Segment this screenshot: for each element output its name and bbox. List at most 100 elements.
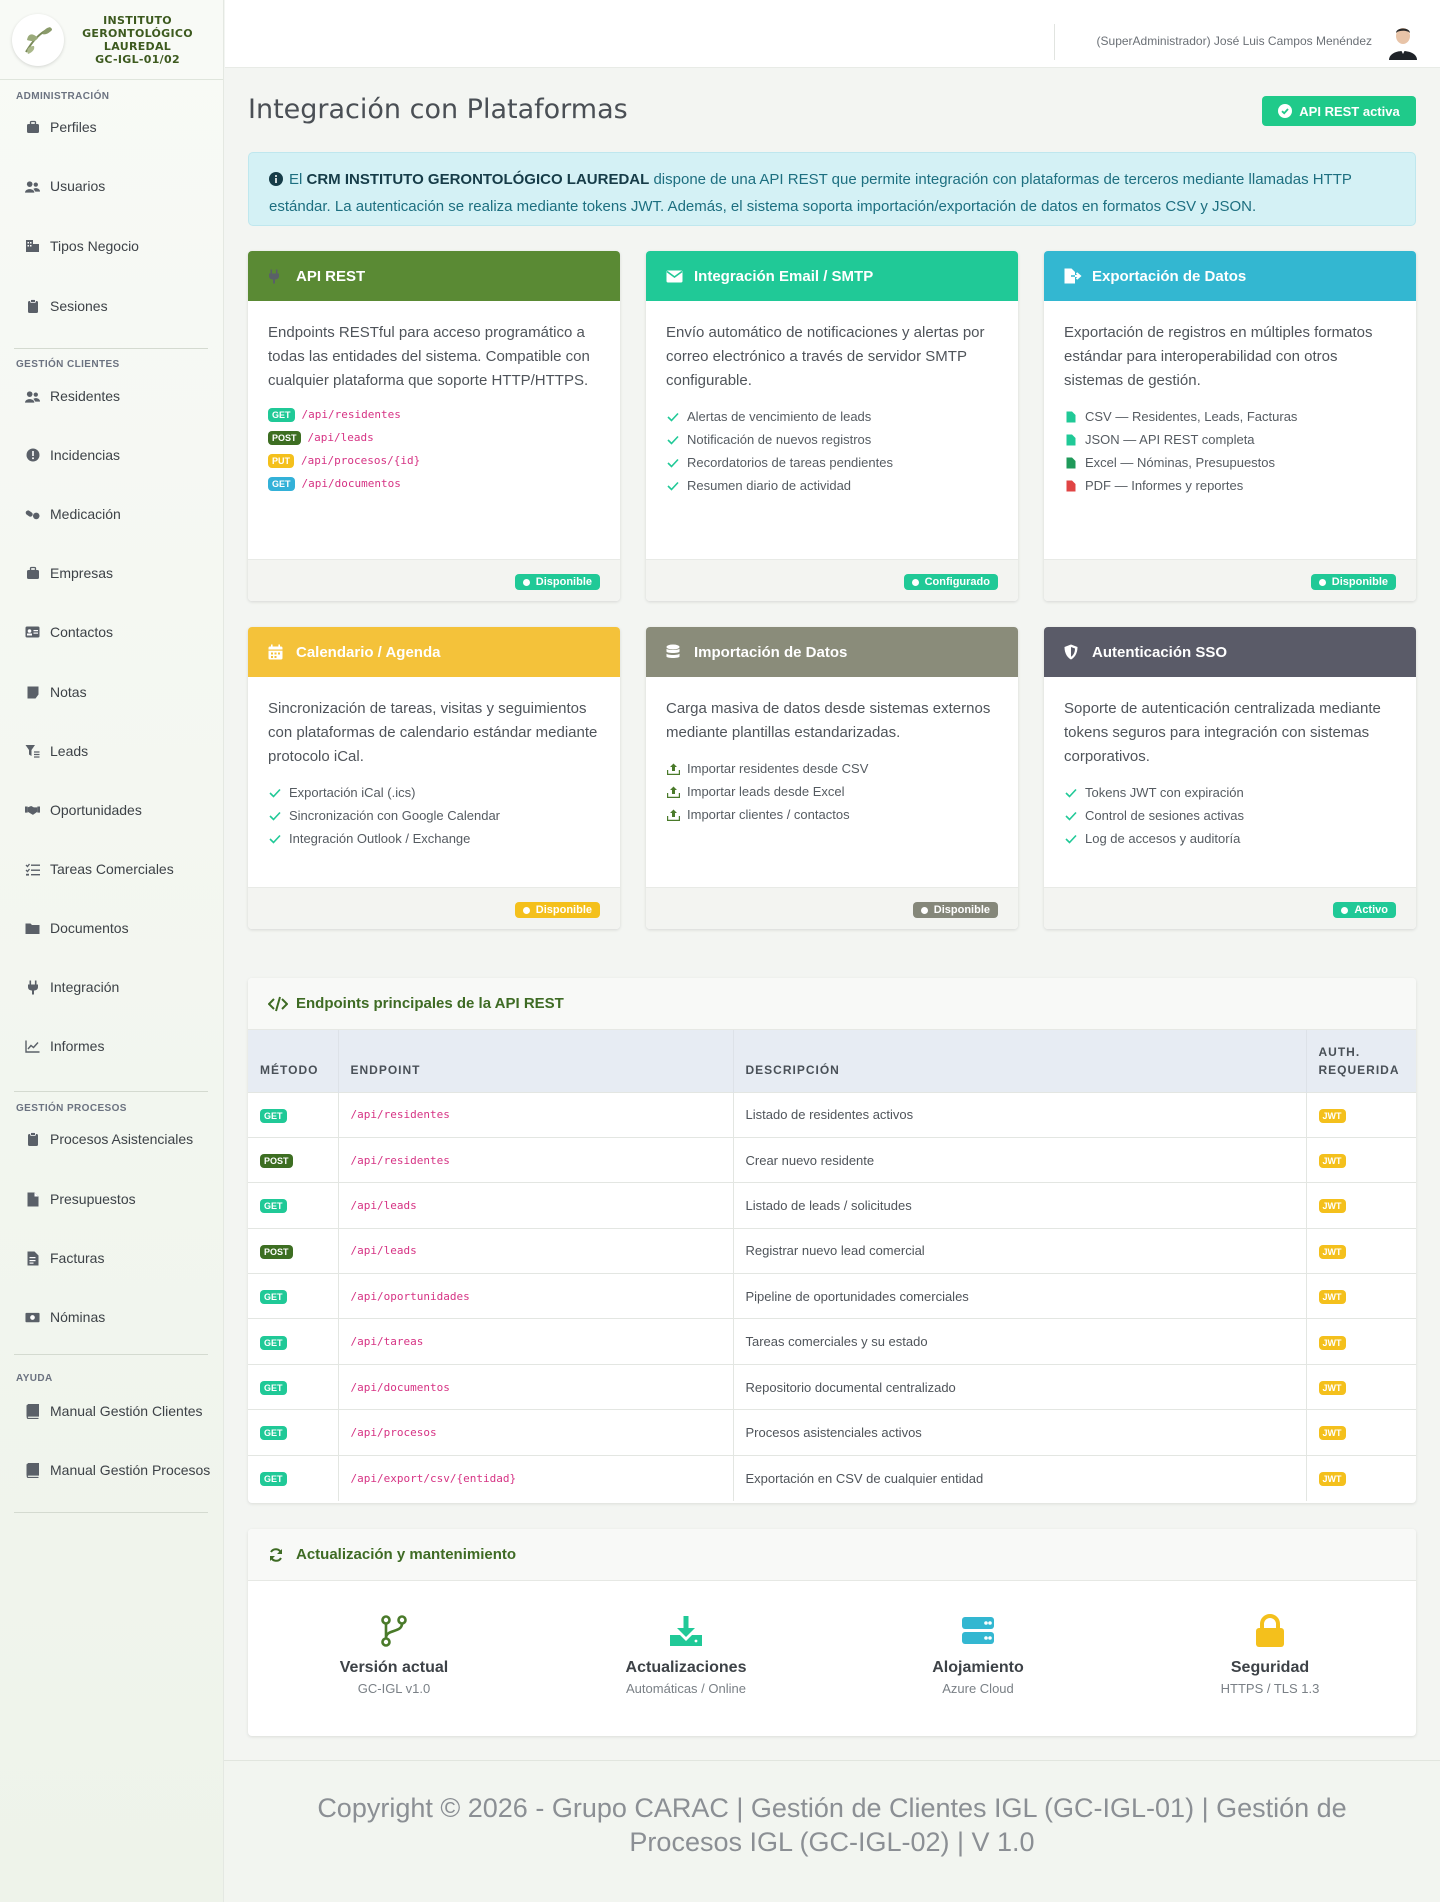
code-icon xyxy=(268,996,288,1012)
nav-section-title: GESTIÓN CLIENTES xyxy=(16,359,120,370)
nav-section-title: AYUDA xyxy=(16,1373,53,1384)
status-label: Disponible xyxy=(933,904,990,916)
sidebar-item-medicación[interactable]: Medicación xyxy=(0,499,224,529)
endpoint-item: GET/api/residentes xyxy=(268,403,600,426)
list-item: Control de sesiones activas xyxy=(1064,804,1396,827)
sidebar-item-leads[interactable]: Leads xyxy=(0,736,224,766)
envelope-icon xyxy=(666,267,684,285)
status-dot-icon xyxy=(1318,578,1326,586)
table-row[interactable]: POST /api/leads Registrar nuevo lead com… xyxy=(248,1227,1416,1274)
sidebar-item-facturas[interactable]: Facturas xyxy=(0,1243,224,1273)
avatar[interactable] xyxy=(1386,24,1420,60)
sidebar-item-sesiones[interactable]: Sesiones xyxy=(0,291,224,321)
endpoint-cell: /api/tareas xyxy=(338,1318,734,1365)
sidebar-item-manual-gestión-clientes[interactable]: Manual Gestión Clientes xyxy=(0,1396,224,1426)
alert-strong: CRM INSTITUTO GERONTOLÓGICO LAUREDAL xyxy=(306,171,650,188)
sidebar-item-label: Tareas Comerciales xyxy=(50,861,174,877)
card-title: Importación de Datos xyxy=(694,643,848,661)
table-row[interactable]: GET /api/oportunidades Pipeline de oport… xyxy=(248,1273,1416,1319)
list-item-text: Recordatorios de tareas pendientes xyxy=(687,455,893,470)
auth-badge: JWT xyxy=(1318,1244,1346,1259)
card-body: Soporte de autenticación centralizada me… xyxy=(1044,677,1416,850)
sidebar-item-residentes[interactable]: Residentes xyxy=(0,381,224,411)
briefcase-icon xyxy=(25,566,40,581)
info-alert: El CRM INSTITUTO GERONTOLÓGICO LAUREDAL … xyxy=(248,152,1416,226)
sidebar-item-manual-gestión-procesos[interactable]: Manual Gestión Procesos xyxy=(0,1455,224,1485)
sidebar-item-notas[interactable]: Notas xyxy=(0,677,224,707)
file-icon xyxy=(1064,479,1078,493)
list-item-text: Tokens JWT con expiración xyxy=(1085,785,1244,800)
plug-icon xyxy=(268,267,286,285)
sidebar-item-presupuestos[interactable]: Presupuestos xyxy=(0,1184,224,1214)
col-method[interactable]: MÉTODO xyxy=(248,1030,339,1092)
task-list-icon xyxy=(25,862,40,877)
maintenance-subtitle: GC-IGL v1.0 xyxy=(357,1681,431,1696)
card-body: Carga masiva de datos desde sistemas ext… xyxy=(646,677,1018,826)
endpoint-item: PUT/api/procesos/{id} xyxy=(268,449,600,472)
sidebar-item-integración[interactable]: Integración xyxy=(0,972,224,1002)
status-dot-icon xyxy=(522,578,530,586)
endpoint-path: /api/residentes xyxy=(301,408,401,421)
card-header: API REST xyxy=(248,251,620,301)
card-body: Envío automático de notificaciones y ale… xyxy=(646,301,1018,497)
sidebar-item-label: Tipos Negocio xyxy=(50,238,139,254)
sidebar-item-contactos[interactable]: Contactos xyxy=(0,617,224,647)
description-cell: Listado de residentes activos xyxy=(733,1091,1307,1138)
sidebar-item-oportunidades[interactable]: Oportunidades xyxy=(0,795,224,825)
logo-icon xyxy=(12,13,64,66)
auth-cell: JWT xyxy=(1306,1409,1416,1456)
col-auth[interactable]: AUTH. REQUERIDA xyxy=(1306,1030,1416,1092)
maintenance-title: Seguridad xyxy=(1230,1659,1310,1676)
brand-title: INSTITUTO GERONTOLÓGICO LAUREDAL GC-IGL-… xyxy=(64,14,211,66)
maintenance-title: Actualizaciones xyxy=(625,1659,747,1676)
table-row[interactable]: GET /api/procesos Procesos asistenciales… xyxy=(248,1409,1416,1456)
method-cell: POST xyxy=(248,1136,339,1183)
table-row[interactable]: GET /api/export/csv/{entidad} Exportació… xyxy=(248,1454,1416,1501)
sidebar-item-empresas[interactable]: Empresas xyxy=(0,558,224,588)
list-item-text: CSV — Residentes, Leads, Facturas xyxy=(1085,409,1298,424)
list-item-text: Notificación de nuevos registros xyxy=(687,432,872,447)
sidebar-item-informes[interactable]: Informes xyxy=(0,1031,224,1061)
api-status-label: API REST activa xyxy=(1299,103,1400,119)
endpoint-cell: /api/residentes xyxy=(338,1091,734,1138)
maintenance-title: Versión actual xyxy=(339,1659,449,1676)
table-row[interactable]: GET /api/documentos Repositorio document… xyxy=(248,1363,1416,1410)
brand-line: INSTITUTO xyxy=(103,13,172,27)
list-item: JSON — API REST completa xyxy=(1064,428,1396,451)
maintenance-item: Versión actual GC-IGL v1.0 xyxy=(248,1581,540,1696)
endpoint-path: /api/procesos/{id} xyxy=(301,454,421,467)
card-header: Autenticación SSO xyxy=(1044,627,1416,677)
description-cell: Listado de leads / solicitudes xyxy=(733,1182,1307,1229)
auth-cell: JWT xyxy=(1306,1318,1416,1365)
table-row[interactable]: GET /api/residentes Listado de residente… xyxy=(248,1091,1416,1138)
sidebar: INSTITUTO GERONTOLÓGICO LAUREDAL GC-IGL-… xyxy=(0,0,224,1902)
table-row[interactable]: GET /api/tareas Tareas comerciales y su … xyxy=(248,1318,1416,1365)
table-row[interactable]: POST /api/residentes Crear nuevo residen… xyxy=(248,1136,1416,1183)
auth-badge: JWT xyxy=(1318,1426,1346,1441)
col-description[interactable]: DESCRIPCIÓN xyxy=(733,1030,1307,1092)
col-endpoint[interactable]: ENDPOINT xyxy=(338,1030,734,1092)
sidebar-item-procesos-asistenciales[interactable]: Procesos Asistenciales xyxy=(0,1124,224,1154)
check-icon xyxy=(268,809,282,823)
method-badge: POST xyxy=(260,1244,293,1259)
list-item: Integración Outlook / Exchange xyxy=(268,827,600,850)
sidebar-item-tareas-comerciales[interactable]: Tareas Comerciales xyxy=(0,854,224,884)
plug-icon xyxy=(25,980,40,995)
status-label: Disponible xyxy=(535,576,592,588)
auth-cell: JWT xyxy=(1306,1091,1416,1138)
sidebar-item-label: Nóminas xyxy=(50,1309,106,1325)
user-name[interactable]: (SuperAdministrador) José Luis Campos Me… xyxy=(1097,34,1372,48)
sidebar-item-label: Manual Gestión Procesos xyxy=(50,1462,211,1478)
brand[interactable]: INSTITUTO GERONTOLÓGICO LAUREDAL GC-IGL-… xyxy=(0,0,223,80)
sidebar-item-label: Empresas xyxy=(50,565,114,581)
sidebar-item-usuarios[interactable]: Usuarios xyxy=(0,171,224,201)
sidebar-item-documentos[interactable]: Documentos xyxy=(0,913,224,943)
sidebar-item-nóminas[interactable]: Nóminas xyxy=(0,1302,224,1332)
sidebar-item-incidencias[interactable]: Incidencias xyxy=(0,440,224,470)
sync-icon xyxy=(268,1547,288,1563)
status-dot-icon xyxy=(522,906,530,914)
sidebar-item-tipos-negocio[interactable]: Tipos Negocio xyxy=(0,231,224,261)
sidebar-item-perfiles[interactable]: Perfiles xyxy=(0,112,224,142)
check-icon xyxy=(1064,809,1078,823)
table-row[interactable]: GET /api/leads Listado de leads / solici… xyxy=(248,1182,1416,1229)
